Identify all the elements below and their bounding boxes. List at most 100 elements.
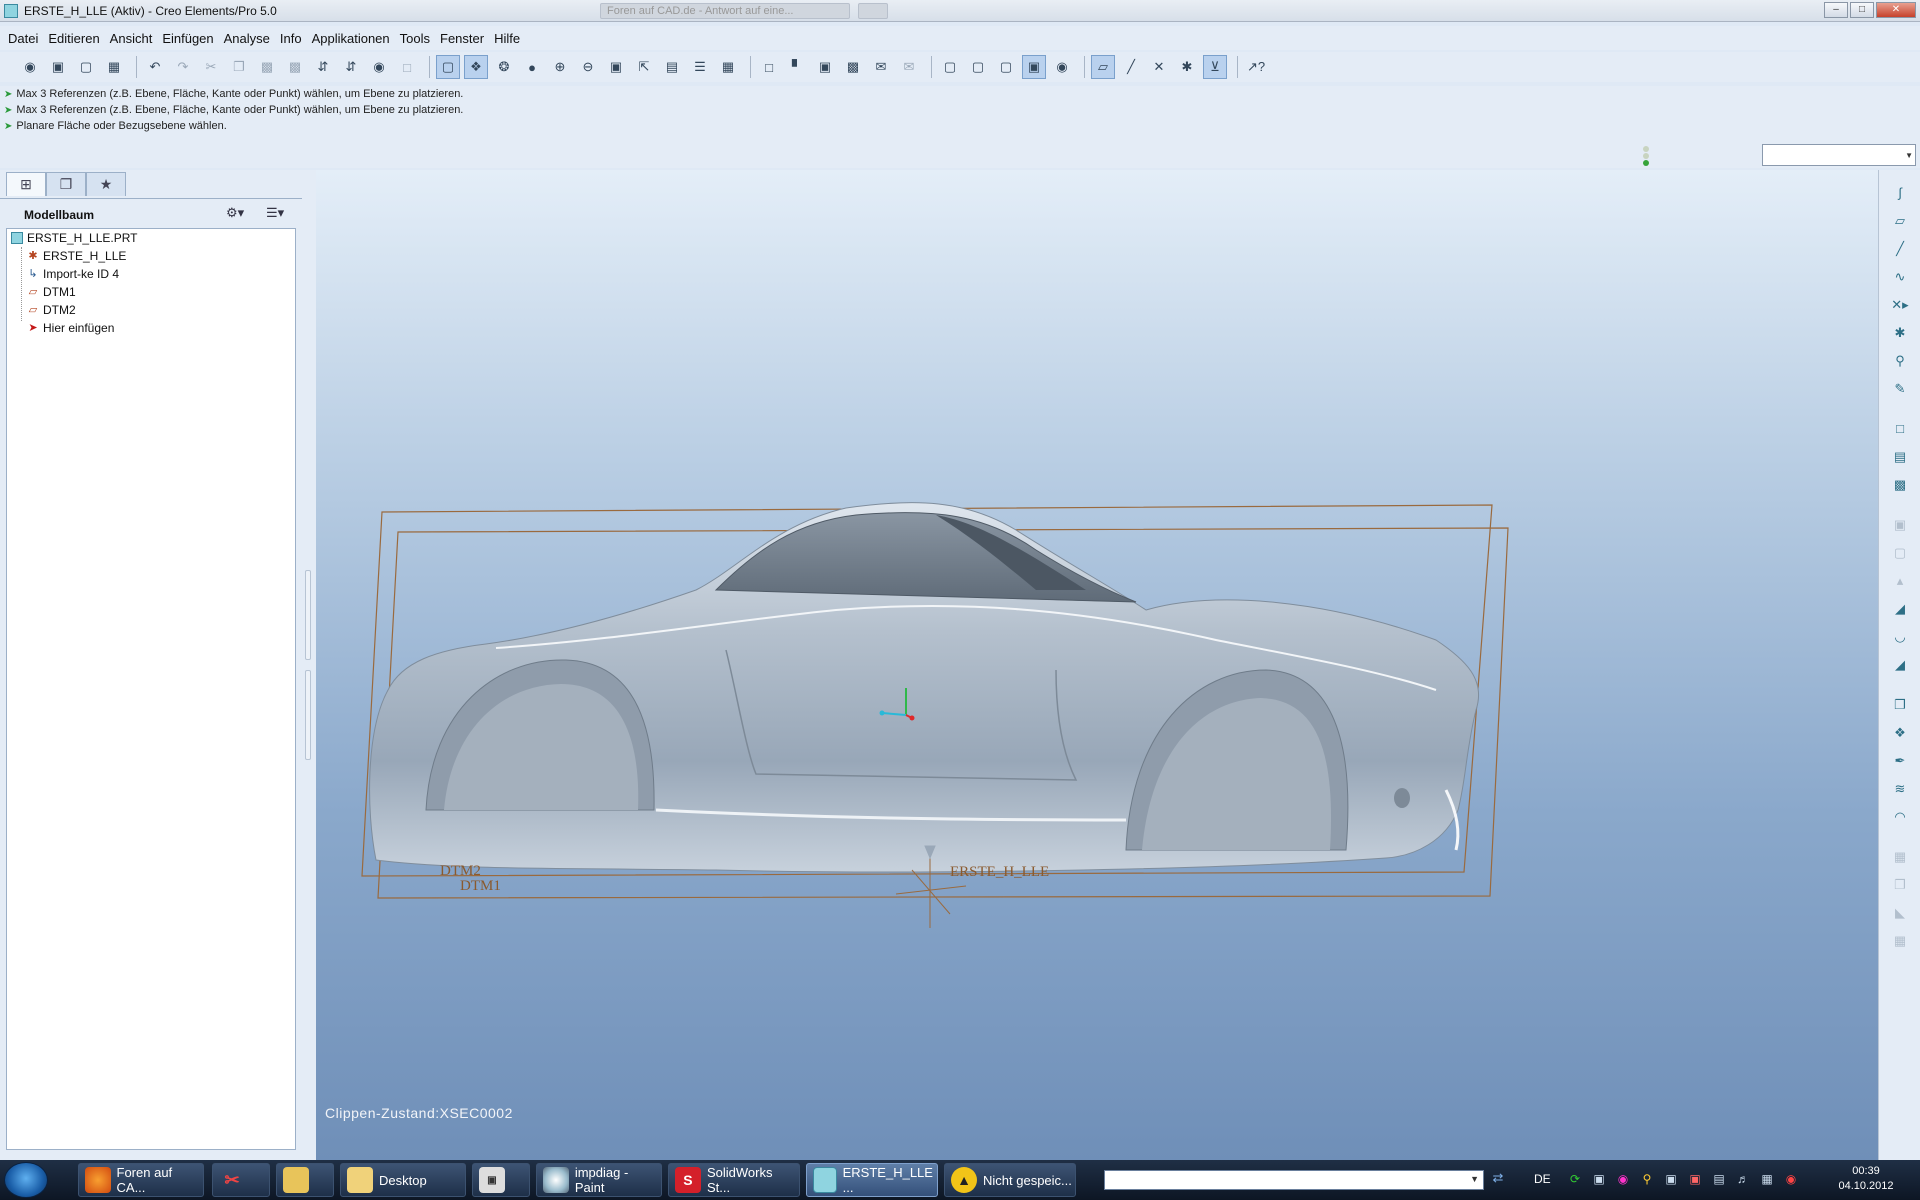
enhanced-realism-icon[interactable]: ◉ [1050,55,1074,79]
menu-hilfe[interactable]: Hilfe [492,31,528,46]
tree-show-icon[interactable]: ☰▾ [266,205,296,225]
annotation-feature-icon[interactable]: ✎ [1889,378,1911,400]
draft-icon[interactable]: ◢ [1889,598,1911,620]
tree-settings-icon[interactable]: ⚙▾ [226,205,256,225]
task-explorer[interactable] [276,1163,334,1197]
csys-tool-icon[interactable]: ✱ [1889,322,1911,344]
email-link-icon[interactable]: ✉ [897,55,921,79]
tray-app-icon[interactable]: ▣ [1686,1170,1704,1188]
menu-fenster[interactable]: Fenster [438,31,492,46]
tree-node-part[interactable]: ERSTE_H_LLE.PRT [11,229,138,246]
undo-icon[interactable]: ↶ [143,55,167,79]
tree-node-csys[interactable]: ✱ ERSTE_H_LLE [27,247,126,264]
taskbar-search-input[interactable]: ▼ [1104,1170,1484,1190]
view-manager-icon[interactable]: ▦ [716,55,740,79]
grid-icon[interactable]: ▦ [1889,930,1911,952]
task-application[interactable]: ▣ [472,1163,530,1197]
chamfer-icon[interactable]: ◢ [1889,654,1911,676]
revolve-icon[interactable]: ▤ [1889,446,1911,468]
minimize-button[interactable]: – [1824,2,1848,18]
extrude-icon[interactable]: □ [1889,418,1911,440]
copy-feature-icon[interactable]: ❐ [1889,874,1911,896]
datum-point-tool-icon[interactable]: ✕▸ [1889,294,1911,316]
solidify-icon[interactable]: ◣ [1889,902,1911,924]
start-button[interactable] [4,1162,48,1198]
tab-favorites[interactable]: ★ [86,172,126,196]
wireframe-icon[interactable]: ▢ [938,55,962,79]
datum-axis-tool-icon[interactable]: ╱ [1889,238,1911,260]
windows-icon[interactable]: ▦ [102,55,126,79]
sketch-icon[interactable]: ∫ [1889,182,1911,204]
refresh-icon[interactable]: ⇄ [1488,1170,1508,1190]
task-paint[interactable]: impdiag - Paint [536,1163,662,1197]
task-solidworks[interactable]: S SolidWorks St... [668,1163,800,1197]
hidden-line-icon[interactable]: ▢ [966,55,990,79]
panel-splitter[interactable] [302,170,316,1160]
zoom-out-icon[interactable]: ⊖ [576,55,600,79]
tree-node-dtm2[interactable]: ▱ DTM2 [27,301,76,318]
antivirus-icon[interactable]: ◉ [1782,1170,1800,1188]
no-hidden-icon[interactable]: ▢ [994,55,1018,79]
redo-icon[interactable]: ↷ [171,55,195,79]
refit-icon[interactable]: ▢ [436,55,460,79]
rib-icon[interactable]: ▴ [1889,570,1911,592]
hole-icon[interactable]: ▣ [1889,514,1911,536]
update-icon[interactable]: ◉ [1614,1170,1632,1188]
tray-app-icon[interactable]: ▣ [1662,1170,1680,1188]
task-creo[interactable]: ERSTE_H_LLE ... [806,1163,938,1197]
merge-icon[interactable]: ❖ [1889,722,1911,744]
splitter-grip[interactable] [305,670,311,760]
menu-editieren[interactable]: Editieren [46,31,107,46]
background-window-tab[interactable] [858,3,888,19]
datum-curve-icon[interactable]: ∿ [1889,266,1911,288]
regenerate-icon[interactable]: ◉ [18,55,42,79]
paste-special-icon[interactable]: ▩ [283,55,307,79]
tray-app-icon[interactable]: ▣ [1590,1170,1608,1188]
task-snipping-tool[interactable]: ✂ [212,1163,270,1197]
cut-icon[interactable]: ✂ [199,55,223,79]
pattern-icon[interactable]: ▦ [1889,846,1911,868]
datum-label-dtm1[interactable]: DTM1 [460,878,501,895]
coordinate-systems-display-icon[interactable]: ✱ [1175,55,1199,79]
menu-applikationen[interactable]: Applikationen [310,31,398,46]
language-indicator[interactable]: DE [1534,1172,1551,1186]
find-icon[interactable]: ◉ [367,55,391,79]
print-icon[interactable]: ▩ [841,55,865,79]
task-firefox[interactable]: Foren auf CA... [78,1163,204,1197]
tab-model-tree[interactable]: ⊞ [6,172,46,196]
menu-tools[interactable]: Tools [398,31,438,46]
tree-node-dtm1[interactable]: ▱ DTM1 [27,283,76,300]
reorient-icon[interactable]: ⇱ [632,55,656,79]
maximize-button[interactable]: □ [1850,2,1874,18]
copy-icon[interactable]: ❐ [227,55,251,79]
email-icon[interactable]: ✉ [869,55,893,79]
zoom-in-icon[interactable]: ⊕ [548,55,572,79]
datum-plane-tool-icon[interactable]: ▱ [1889,210,1911,232]
task-unsaved[interactable]: ▲ Nicht gespeic... [944,1163,1076,1197]
zoom-fit-icon[interactable]: ▣ [604,55,628,79]
layers-icon[interactable]: ☰ [688,55,712,79]
tree-node-import[interactable]: ↳ Import-ke ID 4 [27,265,119,282]
new-file-icon[interactable]: □ [757,55,781,79]
select-box-icon[interactable]: □ [395,55,419,79]
splitter-grip[interactable] [305,570,311,660]
menu-info[interactable]: Info [278,31,310,46]
shaded-icon[interactable]: ▣ [1022,55,1046,79]
analysis-feature-icon[interactable]: ⚲ [1889,350,1911,372]
car-body-model[interactable] [369,502,1480,873]
menu-einfuegen[interactable]: Einfügen [160,31,221,46]
orient-mode-icon[interactable]: ❂ [492,55,516,79]
selection-filter-select[interactable]: ▼ [1762,144,1916,166]
volume-icon[interactable]: ♬ [1734,1170,1752,1188]
open-file-icon[interactable]: ▘ [785,55,809,79]
task-desktop[interactable]: Desktop [340,1163,466,1197]
sync-icon[interactable]: ⟳ [1566,1170,1584,1188]
menu-analyse[interactable]: Analyse [222,31,278,46]
paste-icon[interactable]: ▩ [255,55,279,79]
model-player-icon[interactable]: ▢ [74,55,98,79]
close-button[interactable]: ✕ [1876,2,1916,18]
shading-icon[interactable]: ● [520,55,544,79]
key-icon[interactable]: ⚲ [1638,1170,1656,1188]
menu-datei[interactable]: Datei [6,31,46,46]
shell-icon[interactable]: ▢ [1889,542,1911,564]
